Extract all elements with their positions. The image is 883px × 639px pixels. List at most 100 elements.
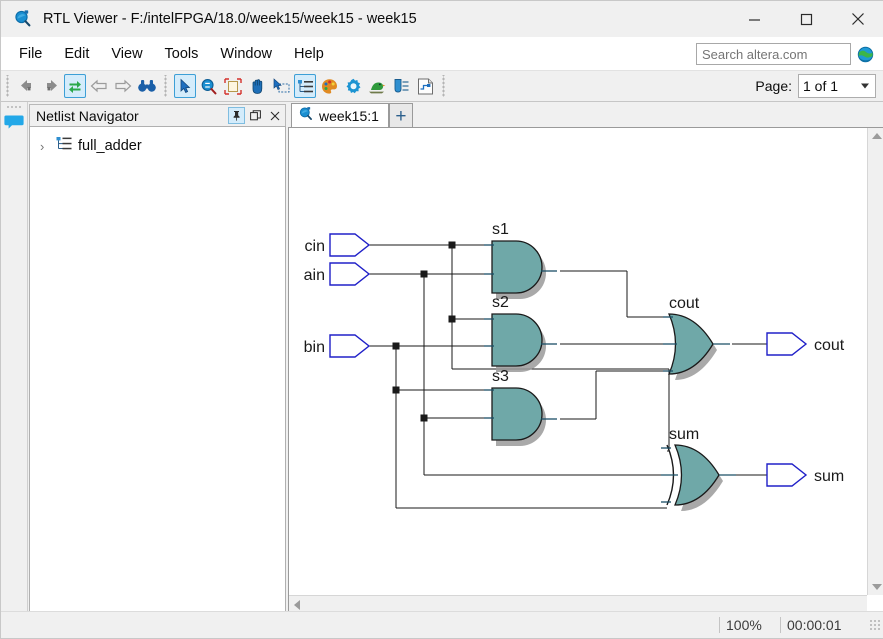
- page-select-value: 1 of 1: [803, 78, 839, 94]
- title-bar: RTL Viewer - F:/intelFPGA/18.0/week15/we…: [1, 1, 883, 37]
- status-divider: [719, 617, 720, 633]
- and-gate-s1[interactable]: s1: [484, 221, 557, 299]
- bird-probe-icon[interactable]: [366, 74, 388, 98]
- zoom-level: 100%: [726, 617, 762, 633]
- netlist-tree: › full_adder: [29, 126, 286, 612]
- canvas-horizontal-scrollbar[interactable]: [289, 595, 867, 611]
- chevron-right-icon[interactable]: ›: [40, 140, 51, 153]
- output-ports: cout sum: [766, 332, 845, 487]
- gate-label-s1: s1: [492, 221, 509, 238]
- toolbar-grip[interactable]: [4, 75, 12, 97]
- input-port-ain[interactable]: ain: [304, 262, 371, 286]
- page-select[interactable]: 1 of 1: [798, 74, 876, 98]
- chevron-down-icon: [861, 83, 869, 89]
- zoom-icon[interactable]: [198, 74, 220, 98]
- elapsed-time: 00:00:01: [787, 617, 842, 633]
- add-tab-button[interactable]: +: [388, 103, 413, 128]
- or-gate-cout[interactable]: cout: [663, 295, 730, 380]
- input-port-bin[interactable]: bin: [304, 334, 371, 358]
- junction-cin-2: [448, 315, 456, 323]
- tab-label: week15:1: [319, 108, 379, 124]
- output-label-cout: cout: [814, 337, 845, 354]
- panel-title: Netlist Navigator: [36, 107, 139, 124]
- minimize-button[interactable]: [728, 1, 780, 37]
- menu-window[interactable]: Window: [210, 43, 282, 65]
- tree-item-full-adder[interactable]: › full_adder: [30, 135, 285, 157]
- junction-ain: [420, 270, 428, 278]
- scroll-up-arrow-icon[interactable]: [872, 133, 882, 139]
- refresh-icon[interactable]: [64, 74, 86, 98]
- search-area: [696, 43, 874, 65]
- window-controls: [728, 1, 883, 37]
- color-palette-icon[interactable]: [318, 74, 340, 98]
- select-cursor-icon[interactable]: [174, 74, 196, 98]
- float-icon[interactable]: [247, 107, 264, 124]
- gate-label-sum: sum: [669, 426, 699, 443]
- toolbar-grip-2[interactable]: [162, 75, 170, 97]
- output-label-sum: sum: [814, 468, 844, 485]
- menu-edit[interactable]: Edit: [54, 43, 99, 65]
- status-divider-2: [780, 617, 781, 633]
- hierarchy-icon: [56, 136, 73, 156]
- export-schematic-icon[interactable]: [414, 74, 436, 98]
- netlist-navigator-icon[interactable]: [294, 74, 316, 98]
- menu-tools[interactable]: Tools: [155, 43, 209, 65]
- toolbar: Page: 1 of 1: [1, 70, 883, 102]
- status-bar: 100% 00:00:01: [1, 611, 883, 638]
- close-icon[interactable]: [266, 107, 283, 124]
- schematic-canvas-area: cin ain bin s1 s2 s3 cout sum cout sum: [288, 127, 883, 612]
- go-right-icon[interactable]: [112, 74, 134, 98]
- junction-bin-2: [392, 386, 400, 394]
- menu-view[interactable]: View: [101, 43, 152, 65]
- maximize-button[interactable]: [780, 1, 832, 37]
- xor-gate-sum[interactable]: sum: [661, 426, 736, 511]
- rtl-viewer-icon: [298, 106, 314, 127]
- tab-week15[interactable]: week15:1: [291, 103, 389, 128]
- message-bubble-icon[interactable]: [4, 114, 24, 130]
- rtl-viewer-icon: [13, 9, 33, 29]
- search-input[interactable]: [696, 43, 851, 65]
- globe-icon[interactable]: [857, 46, 874, 63]
- find-binoculars-icon[interactable]: [136, 74, 158, 98]
- and-gate-s3[interactable]: s3: [484, 368, 557, 446]
- and-gate-s2[interactable]: s2: [484, 294, 557, 372]
- menu-bar: File Edit View Tools Window Help: [1, 37, 883, 70]
- forward-icon[interactable]: [40, 74, 62, 98]
- menu-help[interactable]: Help: [284, 43, 334, 65]
- hand-pan-icon[interactable]: [246, 74, 268, 98]
- toolbar-grip-3[interactable]: [440, 75, 448, 97]
- input-label-bin: bin: [304, 339, 325, 356]
- tree-item-label: full_adder: [78, 138, 142, 154]
- settings-gear-icon[interactable]: [342, 74, 364, 98]
- gate-label-cout: cout: [669, 295, 700, 312]
- fit-in-window-icon[interactable]: [222, 74, 244, 98]
- netlist-navigator-panel: Netlist Navigator › full_adder: [29, 104, 286, 612]
- go-left-icon[interactable]: [88, 74, 110, 98]
- canvas-vertical-scrollbar[interactable]: [867, 128, 883, 595]
- input-ports: cin ain bin: [304, 233, 371, 358]
- window-title: RTL Viewer - F:/intelFPGA/18.0/week15/we…: [43, 11, 417, 27]
- input-port-cin[interactable]: cin: [305, 233, 371, 257]
- filter-node-icon[interactable]: [390, 74, 412, 98]
- left-dock-strip: [1, 102, 28, 612]
- rubber-band-icon[interactable]: [270, 74, 292, 98]
- junction-cin: [448, 241, 456, 249]
- dock-grip[interactable]: [5, 105, 23, 110]
- close-button[interactable]: [832, 1, 883, 37]
- junction-ain-2: [420, 414, 428, 422]
- gate-label-s2: s2: [492, 294, 509, 311]
- input-label-ain: ain: [304, 267, 325, 284]
- page-label: Page:: [755, 78, 792, 94]
- menu-file[interactable]: File: [9, 43, 52, 65]
- output-port-cout[interactable]: cout: [766, 332, 845, 356]
- back-icon[interactable]: [16, 74, 38, 98]
- junction-bin: [392, 342, 400, 350]
- schematic-canvas[interactable]: cin ain bin s1 s2 s3 cout sum cout sum: [289, 128, 867, 595]
- pin-icon[interactable]: [228, 107, 245, 124]
- netlist-navigator-title-bar: Netlist Navigator: [29, 104, 286, 126]
- scroll-left-arrow-icon[interactable]: [294, 600, 300, 610]
- resize-grip[interactable]: [869, 619, 881, 631]
- input-label-cin: cin: [305, 238, 325, 255]
- scroll-down-arrow-icon[interactable]: [872, 584, 882, 590]
- output-port-sum[interactable]: sum: [766, 463, 844, 487]
